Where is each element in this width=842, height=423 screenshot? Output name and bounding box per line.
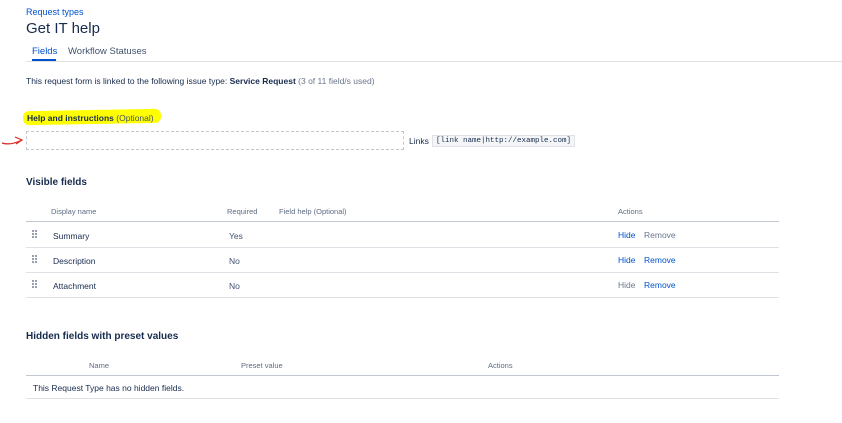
remove-button: Remove [644, 230, 676, 240]
field-required: No [229, 281, 240, 291]
optional-tag: (Optional) [116, 113, 154, 123]
drag-handle-icon[interactable] [32, 280, 38, 289]
drag-handle-icon[interactable] [32, 255, 38, 264]
issue-type-name: Service Request [229, 76, 296, 86]
tab-workflow-statuses[interactable]: Workflow Statuses [68, 46, 147, 57]
table-row: Summary Yes Hide Remove [26, 222, 779, 248]
remove-button[interactable]: Remove [644, 255, 676, 265]
page-title: Get IT help [26, 20, 100, 37]
field-usage-count: (3 of 11 field/s used) [298, 76, 375, 86]
table-row: Description No Hide Remove [26, 247, 779, 273]
hide-button[interactable]: Hide [618, 230, 635, 240]
field-required: Yes [229, 231, 243, 241]
empty-hidden-fields-row: This Request Type has no hidden fields. [26, 376, 779, 399]
col-field-help: Field help (Optional) [279, 207, 347, 216]
hide-button: Hide [618, 280, 636, 290]
col-required: Required [227, 207, 258, 216]
col-display-name: Display name [51, 207, 97, 216]
col-preset-value: Preset value [241, 361, 283, 370]
col-hidden-actions: Actions [488, 361, 513, 370]
table-row: Attachment No Hide Remove [26, 272, 779, 298]
field-name: Summary [53, 231, 90, 241]
field-name: Attachment [53, 281, 96, 291]
col-actions: Actions [618, 207, 643, 216]
field-name: Description [53, 256, 96, 266]
links-syntax-example: [link name|http://example.com] [432, 135, 576, 147]
tab-bar: Fields Workflow Statuses [26, 46, 842, 62]
visible-fields-title: Visible fields [26, 177, 87, 188]
help-instructions-label: Help and instructions (Optional) [27, 113, 154, 123]
tab-fields[interactable]: Fields [32, 46, 57, 57]
remove-button[interactable]: Remove [644, 280, 676, 290]
help-instructions-title: Help and instructions [27, 113, 114, 123]
issue-type-prefix: This request form is linked to the follo… [26, 76, 230, 86]
col-field-help-optional: (Optional) [313, 207, 347, 216]
field-required: No [229, 256, 240, 266]
red-arrow-annotation-icon [1, 136, 24, 145]
issue-type-info: This request form is linked to the follo… [26, 76, 375, 86]
help-instructions-input[interactable] [26, 131, 404, 150]
hide-button[interactable]: Hide [618, 255, 635, 265]
col-field-help-label: Field help [279, 207, 312, 216]
hidden-fields-title: Hidden fields with preset values [26, 331, 179, 342]
links-label: Links [409, 136, 429, 146]
empty-state-text: This Request Type has no hidden fields. [33, 383, 185, 393]
col-name: Name [89, 361, 110, 370]
drag-handle-icon[interactable] [32, 230, 38, 239]
active-tab-indicator [32, 59, 56, 61]
breadcrumb-request-types[interactable]: Request types [26, 7, 84, 17]
